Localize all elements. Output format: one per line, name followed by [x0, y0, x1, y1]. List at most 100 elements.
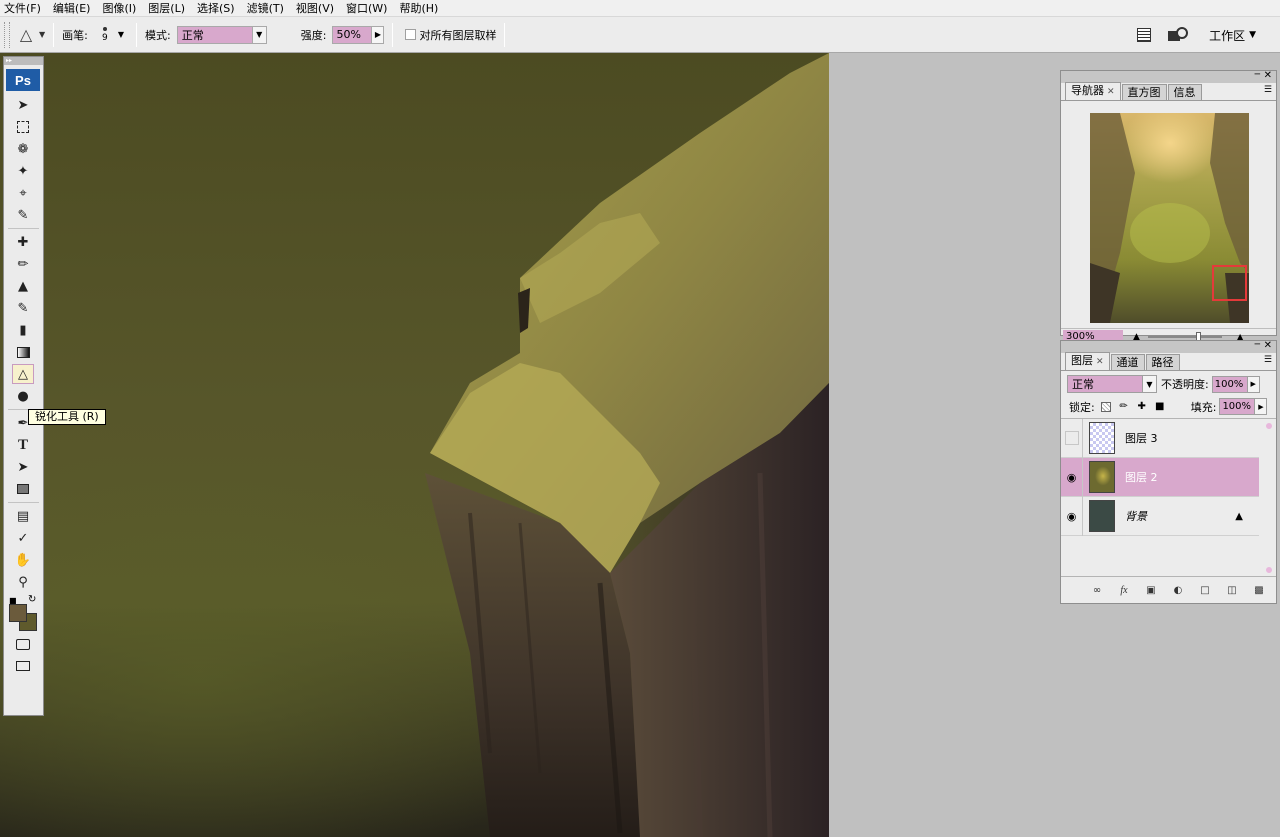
navigator-view-box[interactable] [1212, 265, 1247, 301]
menu-layer[interactable]: 图层(L) [148, 0, 185, 16]
visibility-toggle[interactable] [1061, 418, 1083, 458]
close-tab-icon[interactable]: ✕ [1107, 87, 1115, 97]
zoom-slider[interactable] [1147, 332, 1222, 342]
options-bar-grip[interactable] [4, 21, 10, 48]
close-icon[interactable]: ✕ [1264, 340, 1272, 351]
brush-picker-arrow-icon[interactable]: ▼ [118, 30, 124, 39]
brush-tool[interactable]: ✏ [12, 254, 34, 274]
foreground-color-swatch[interactable] [9, 604, 27, 622]
sample-all-layers-checkbox[interactable]: 对所有图层取样 [405, 27, 496, 43]
sharpen-tool[interactable]: △ [12, 364, 34, 384]
new-group-icon[interactable]: □ [1198, 583, 1212, 597]
scroll-down-icon[interactable] [1266, 567, 1272, 573]
lock-all-button[interactable]: ■ [1153, 400, 1167, 414]
eyedropper-tool[interactable]: ✓ [12, 528, 34, 548]
mode-select[interactable]: 正常 ▼ [176, 25, 267, 44]
shape-tool[interactable] [12, 479, 34, 499]
visibility-toggle[interactable]: ◉ [1061, 457, 1083, 497]
blend-mode-value: 正常 [1072, 378, 1094, 391]
menu-image[interactable]: 图像(I) [102, 0, 136, 16]
menu-window[interactable]: 窗口(W) [346, 0, 387, 16]
tab-navigator[interactable]: 导航器 ✕ [1065, 82, 1121, 100]
history-brush-tool[interactable]: ✎ [12, 298, 34, 318]
magic-wand-tool[interactable]: ✦ [12, 161, 34, 181]
layer-row[interactable]: ◉ 背景 ▲ [1061, 496, 1259, 536]
menu-view[interactable]: 视图(V) [296, 0, 334, 16]
palette-well-button[interactable] [1133, 24, 1155, 46]
adjustment-layer-icon[interactable]: ◐ [1171, 583, 1185, 597]
type-tool[interactable]: T [12, 435, 34, 455]
layer-list-scrollbar[interactable] [1266, 423, 1272, 573]
menu-select[interactable]: 选择(S) [197, 0, 235, 16]
blend-mode-select[interactable]: 正常 ▼ [1067, 375, 1157, 393]
minimize-icon[interactable]: ─ [1255, 70, 1260, 80]
options-right: 工作区 ▼ [1127, 17, 1280, 53]
layer-style-icon[interactable]: fx [1117, 583, 1131, 597]
link-layers-icon[interactable]: ∞ [1090, 583, 1104, 597]
quick-mask-toggle[interactable] [12, 634, 34, 654]
menu-filter[interactable]: 滤镜(T) [247, 0, 284, 16]
add-mask-icon[interactable]: ▣ [1144, 583, 1158, 597]
minimize-icon[interactable]: ─ [1255, 340, 1260, 350]
toolbox-header[interactable]: ▸▸ [4, 57, 43, 65]
screen-mode-toggle[interactable] [12, 656, 34, 676]
brush-icon: ✏ [17, 256, 29, 272]
chevron-right-icon[interactable]: ▶ [371, 26, 384, 43]
layer-name[interactable]: 图层 3 [1125, 430, 1158, 446]
lock-icon: ▲ [1235, 510, 1243, 522]
close-icon[interactable]: ✕ [1264, 70, 1272, 81]
fill-input[interactable]: 100% ▶ [1219, 398, 1268, 415]
swap-colors-icon[interactable]: ↻ [28, 594, 36, 605]
layer-row[interactable]: ◉ 图层 2 [1061, 457, 1259, 497]
panel-menu-icon[interactable]: ☰ [1264, 85, 1272, 95]
tab-layers[interactable]: 图层 ✕ [1065, 352, 1110, 370]
gradient-tool[interactable] [12, 342, 34, 362]
navigator-thumbnail[interactable] [1090, 113, 1249, 323]
chevron-right-icon[interactable]: ▶ [1254, 399, 1267, 414]
marquee-tool[interactable] [12, 117, 34, 137]
hand-tool[interactable]: ✋ [12, 550, 34, 570]
visibility-toggle[interactable]: ◉ [1061, 496, 1083, 536]
healing-brush-tool[interactable]: ✚ [12, 232, 34, 252]
menu-help[interactable]: 帮助(H) [399, 0, 438, 16]
menu-edit[interactable]: 编辑(E) [53, 0, 91, 16]
go-to-bridge-button[interactable] [1167, 24, 1189, 46]
workspace-button[interactable]: 工作区 ▼ [1209, 27, 1256, 44]
tab-info[interactable]: 信息 [1167, 84, 1202, 100]
clone-stamp-tool[interactable]: ▲ [12, 276, 34, 296]
close-tab-icon[interactable]: ✕ [1096, 357, 1104, 367]
opacity-input[interactable]: 100% ▶ [1211, 375, 1260, 393]
notes-tool[interactable]: ▤ [12, 506, 34, 526]
chevron-right-icon[interactable]: ▶ [1246, 376, 1259, 392]
ps-logo[interactable]: Ps [6, 69, 40, 91]
brush-picker[interactable]: 9 [94, 22, 116, 48]
note-icon: ▤ [16, 508, 30, 524]
strength-input[interactable]: 50% ▶ [332, 25, 385, 44]
workspace-label: 工作区 [1209, 28, 1246, 43]
document-canvas[interactable] [0, 53, 829, 837]
scroll-up-icon[interactable] [1266, 423, 1272, 429]
crop-tool[interactable]: ⌖ [12, 183, 34, 203]
layer-name[interactable]: 背景 [1125, 508, 1147, 524]
layer-blend-row: 正常 ▼ 不透明度: 100% ▶ [1061, 373, 1276, 395]
lock-position-button[interactable]: ✚ [1135, 400, 1149, 414]
panel-menu-icon[interactable]: ☰ [1264, 355, 1272, 365]
zoom-tool[interactable]: ⚲ [12, 572, 34, 592]
menu-file[interactable]: 文件(F) [4, 0, 41, 16]
tab-channels[interactable]: 通道 [1110, 354, 1145, 370]
slice-tool[interactable]: ✎ [12, 205, 34, 225]
lasso-tool[interactable]: ❁ [12, 139, 34, 159]
lock-pixels-button[interactable]: ✏ [1117, 400, 1131, 414]
path-selection-tool[interactable]: ➤ [12, 457, 34, 477]
delete-layer-icon[interactable]: ▩ [1252, 583, 1266, 597]
lock-transparency-button[interactable] [1099, 400, 1113, 414]
tab-histogram[interactable]: 直方图 [1121, 84, 1167, 100]
tab-paths[interactable]: 路径 [1145, 354, 1180, 370]
dodge-tool[interactable]: ● [12, 386, 34, 406]
tool-preset-picker[interactable]: △ ▼ [16, 25, 45, 44]
layer-name[interactable]: 图层 2 [1125, 469, 1158, 485]
new-layer-icon[interactable]: ◫ [1225, 583, 1239, 597]
layer-row[interactable]: 图层 3 [1061, 418, 1259, 458]
move-tool[interactable]: ➤ [12, 95, 34, 115]
eraser-tool[interactable]: ▮ [12, 320, 34, 340]
